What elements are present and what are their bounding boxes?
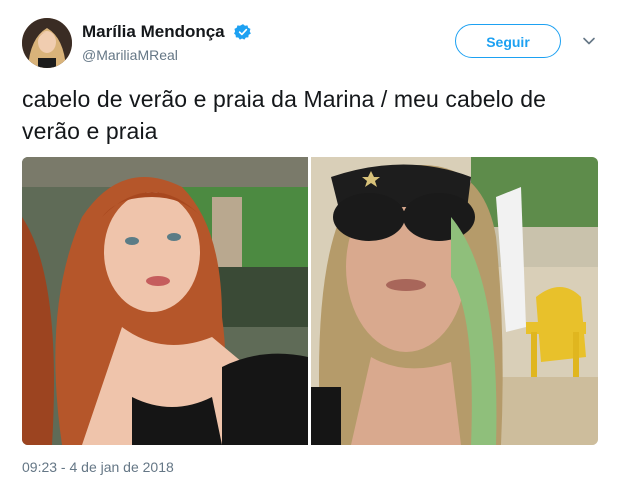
- photo-right-image: [311, 157, 598, 445]
- verified-badge-icon: [234, 24, 251, 40]
- author-names: Marília Mendonça @MariliaMReal: [82, 22, 252, 64]
- avatar-image: [22, 18, 72, 68]
- photo-left-image: [22, 157, 308, 445]
- follow-button[interactable]: Seguir: [455, 24, 561, 58]
- tweet-timestamp[interactable]: 09:23 - 4 de jan de 2018: [22, 459, 174, 475]
- photo-right[interactable]: [311, 157, 598, 445]
- photo-left[interactable]: [22, 157, 308, 445]
- chevron-down-icon[interactable]: [582, 34, 596, 48]
- avatar[interactable]: [22, 18, 72, 68]
- media-grid: [22, 157, 598, 445]
- tweet-header: Marília Mendonça @MariliaMReal Seguir: [22, 18, 612, 68]
- display-name[interactable]: Marília Mendonça: [82, 22, 225, 42]
- username[interactable]: @MariliaMReal: [82, 46, 252, 64]
- tweet-card: Marília Mendonça @MariliaMReal Seguir ca…: [0, 0, 620, 489]
- tweet-text: cabelo de verão e praia da Marina / meu …: [22, 86, 547, 144]
